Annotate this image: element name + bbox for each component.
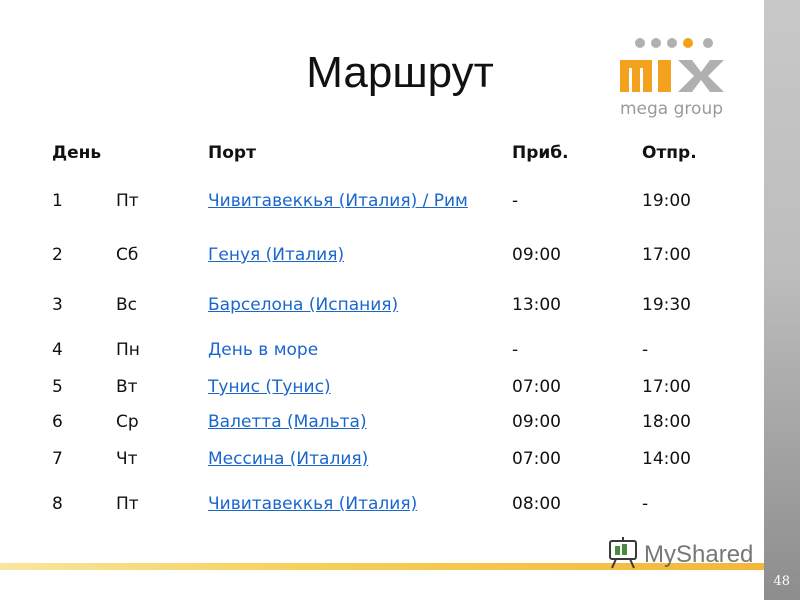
- weekday: Пн: [116, 340, 140, 360]
- arrival-time: 09:00: [512, 412, 561, 432]
- departure-time: -: [642, 494, 649, 514]
- arrival-time: -: [512, 340, 519, 360]
- myshared-watermark: MyShared: [609, 537, 753, 569]
- logo-tagline: mega group: [620, 99, 723, 119]
- weekday: Пт: [116, 191, 139, 211]
- weekday: Пт: [116, 494, 139, 514]
- arrival-time: 09:00: [512, 245, 561, 265]
- day-number: 8: [52, 494, 63, 514]
- day-number: 2: [52, 245, 63, 265]
- port-link[interactable]: Тунис (Тунис): [208, 377, 331, 397]
- arrival-time: 07:00: [512, 377, 561, 397]
- port-text: День в море: [208, 340, 319, 360]
- departure-time: 14:00: [642, 449, 691, 469]
- day-number: 4: [52, 340, 63, 360]
- day-number: 1: [52, 191, 63, 211]
- day-number: 3: [52, 295, 63, 315]
- port-link[interactable]: Мессина (Италия): [208, 449, 368, 469]
- departure-time: 17:00: [642, 377, 691, 397]
- table-row: 6 Ср Валетта (Мальта) 09:00 18:00: [40, 402, 762, 442]
- table-row: 4 Пн День в море - -: [40, 328, 762, 372]
- departure-time: 17:00: [642, 245, 691, 265]
- header-weekday: [116, 132, 208, 174]
- mix-mega-group-logo: mega group: [620, 38, 724, 119]
- port-link[interactable]: Чивитавеккья (Италия) / Рим: [208, 191, 468, 211]
- day-number: 5: [52, 377, 63, 397]
- itinerary-table: День Порт Приб. Отпр. 1 Пт Чивитавеккья …: [40, 132, 762, 532]
- departure-time: 19:30: [642, 295, 691, 315]
- header-port: Порт: [208, 143, 256, 163]
- arrival-time: 08:00: [512, 494, 561, 514]
- day-number: 6: [52, 412, 63, 432]
- header-departure: Отпр.: [642, 143, 697, 163]
- table-row: 1 Пт Чивитавеккья (Италия) / Рим - 19:00: [40, 174, 762, 228]
- header-day: День: [52, 143, 102, 163]
- watermark-text: MyShared: [644, 541, 753, 568]
- port-link[interactable]: Генуя (Италия): [208, 245, 344, 265]
- arrival-time: 13:00: [512, 295, 561, 315]
- weekday: Сб: [116, 245, 139, 265]
- header-arrival: Приб.: [512, 143, 569, 163]
- table-row: 2 Сб Генуя (Италия) 09:00 17:00: [40, 228, 762, 282]
- table-row: 7 Чт Мессина (Италия) 07:00 14:00: [40, 442, 762, 476]
- table-row: 8 Пт Чивитавеккья (Италия) 08:00 -: [40, 476, 762, 532]
- day-number: 7: [52, 449, 63, 469]
- port-link[interactable]: Чивитавеккья (Италия): [208, 494, 417, 514]
- arrival-time: 07:00: [512, 449, 561, 469]
- table-header-row: День Порт Приб. Отпр.: [40, 132, 762, 174]
- weekday: Ср: [116, 412, 139, 432]
- table-row: 3 Вс Барселона (Испания) 13:00 19:30: [40, 282, 762, 328]
- presentation-board-icon: [609, 537, 637, 569]
- departure-time: 18:00: [642, 412, 691, 432]
- departure-time: -: [642, 340, 649, 360]
- table-row: 5 Вт Тунис (Тунис) 07:00 17:00: [40, 372, 762, 402]
- weekday: Вс: [116, 295, 138, 315]
- arrival-time: -: [512, 191, 519, 211]
- departure-time: 19:00: [642, 191, 691, 211]
- slide: Маршрут mega group День Порт Приб. Отпр.: [0, 0, 800, 600]
- page-number: 48: [773, 574, 790, 589]
- port-link[interactable]: Барселона (Испания): [208, 295, 398, 315]
- weekday: Чт: [116, 449, 138, 469]
- weekday: Вт: [116, 377, 138, 397]
- port-link[interactable]: Валетта (Мальта): [208, 412, 367, 432]
